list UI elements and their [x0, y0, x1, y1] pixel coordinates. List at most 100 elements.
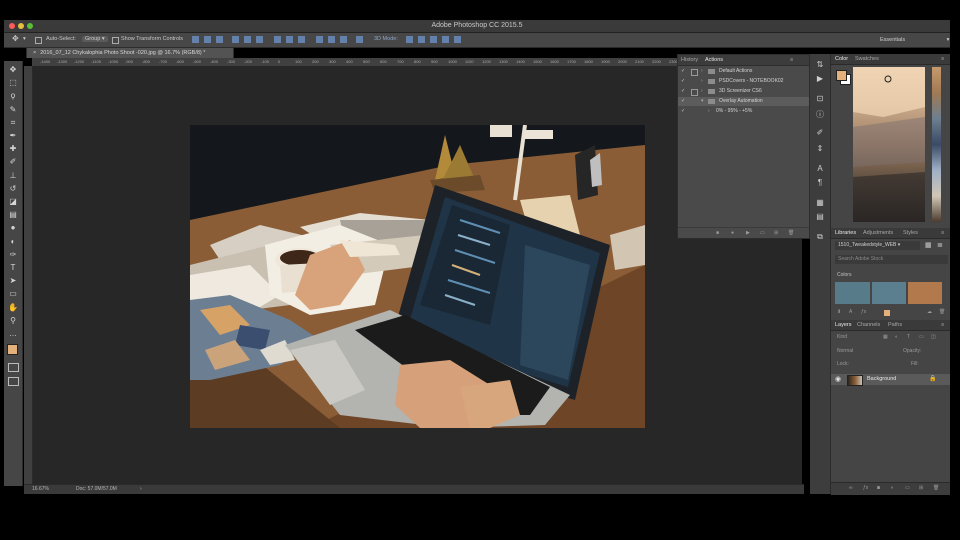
foreground-color-swatch[interactable] [7, 344, 18, 355]
blur-tool[interactable]: ● [8, 223, 18, 233]
layer-style-icon[interactable]: ƒx [861, 309, 866, 315]
3d-pan-icon[interactable] [430, 36, 437, 43]
history-brush-tool[interactable]: ↺ [8, 184, 18, 194]
document-tab[interactable]: × 2016_07_12 Chykalophia Photo Shoot -020… [26, 47, 234, 58]
action-row[interactable]: ✓ › Default Actions [678, 67, 809, 76]
layer-kind-filter[interactable]: Kind [837, 334, 847, 340]
filter-type-icon[interactable]: T [907, 334, 910, 340]
tab-adjustments[interactable]: Adjustments [863, 230, 893, 236]
tab-paths[interactable]: Paths [888, 322, 902, 328]
align-vertical-centers-icon[interactable] [204, 36, 211, 43]
panel-menu-icon[interactable]: ≡ [790, 57, 793, 63]
distribute-right-icon[interactable] [340, 36, 347, 43]
action-toggle-check-icon[interactable]: ✓ [681, 87, 685, 96]
action-toggle-check-icon[interactable]: ✓ [681, 97, 685, 106]
document-image[interactable] [190, 125, 645, 428]
filter-shape-icon[interactable]: ▭ [919, 334, 924, 340]
auto-select-checkbox[interactable] [35, 37, 42, 44]
new-set-icon[interactable]: ▭ [760, 230, 765, 236]
shape-tool[interactable]: ▭ [8, 289, 18, 299]
stamp-tool[interactable]: ⊥ [8, 171, 18, 181]
chevron-right-icon[interactable]: › [701, 87, 703, 96]
align-bottom-edges-icon[interactable] [216, 36, 223, 43]
library-color-1[interactable] [835, 282, 870, 304]
stock-search-input[interactable]: Search Adobe Stock [835, 255, 948, 264]
grid-view-icon[interactable]: ▦ [925, 241, 932, 249]
distribute-hcenter-icon[interactable] [328, 36, 335, 43]
path-select-tool[interactable]: ➤ [8, 276, 18, 286]
new-action-icon[interactable]: ⊞ [774, 230, 778, 236]
color-field[interactable] [853, 67, 925, 222]
dialog-toggle-icon[interactable] [691, 89, 698, 96]
delete-layer-icon[interactable]: 🗑 [933, 485, 939, 491]
move-tool-preset-icon[interactable]: ✥ [12, 34, 19, 43]
action-toggle-check-icon[interactable]: ✓ [681, 77, 685, 86]
play-icon[interactable]: ▶ [815, 74, 825, 84]
list-view-icon[interactable]: ≣ [937, 241, 943, 249]
distribute-left-icon[interactable] [316, 36, 323, 43]
tab-actions[interactable]: Actions [705, 57, 723, 63]
adjustments-icon[interactable]: ⊡ [815, 94, 825, 104]
gradient-tool[interactable]: ▤ [8, 210, 18, 220]
fg-bg-colors[interactable] [836, 70, 851, 85]
character-style-icon[interactable]: A [849, 309, 852, 315]
align-right-edges-icon[interactable] [256, 36, 263, 43]
chevron-right-icon[interactable]: › [701, 67, 703, 76]
layer-row-background[interactable]: ◉ Background 🔒 [831, 374, 950, 386]
lasso-tool[interactable]: ϙ [8, 91, 18, 101]
chevron-right-icon[interactable]: › [701, 77, 703, 86]
blend-mode-dropdown[interactable]: Normal [837, 348, 853, 354]
action-row[interactable]: ✓ › 3D Screenizer CS6 [678, 87, 809, 96]
add-mask-icon[interactable]: ◙ [877, 485, 880, 491]
paragraph-icon[interactable]: ¶ [815, 178, 825, 188]
tab-history[interactable]: History [681, 57, 698, 63]
layers-menu-icon[interactable]: ≡ [941, 322, 944, 328]
link-layers-icon[interactable]: ∞ [849, 485, 853, 491]
hand-tool[interactable]: ✋ [8, 303, 18, 313]
cloud-sync-icon[interactable]: ☁ [927, 309, 932, 315]
hue-slider[interactable] [932, 67, 941, 222]
align-top-edges-icon[interactable] [192, 36, 199, 43]
filter-pixel-icon[interactable]: ▦ [883, 334, 888, 340]
brush-settings-icon[interactable]: ✐ [815, 128, 825, 138]
move-tool-preset-dropdown-icon[interactable]: ▾ [23, 36, 26, 42]
libraries-menu-icon[interactable]: ≡ [941, 230, 944, 236]
type-tool[interactable]: T [8, 263, 18, 273]
new-layer-icon[interactable]: ⊞ [919, 485, 923, 491]
color-foreground-swatch[interactable] [836, 70, 847, 81]
3d-orbit-icon[interactable] [406, 36, 413, 43]
marquee-tool[interactable]: ⬚ [8, 78, 18, 88]
add-layer-style-icon[interactable]: ƒx [863, 485, 868, 491]
distribute-top-icon[interactable] [274, 36, 281, 43]
filter-smart-icon[interactable]: ◫ [931, 334, 936, 340]
stop-recording-icon[interactable]: ■ [716, 230, 719, 236]
show-transform-checkbox[interactable] [112, 37, 119, 44]
play-selection-icon[interactable]: ▶ [746, 230, 750, 236]
layer-visibility-eye-icon[interactable]: ◉ [835, 375, 841, 383]
doc-size-info[interactable]: Doc: 57.0M/57.0M [76, 486, 117, 492]
layer-name[interactable]: Background [867, 376, 896, 382]
record-icon[interactable]: ● [731, 230, 734, 236]
notes-icon[interactable]: ▤ [815, 212, 825, 222]
new-group-icon[interactable]: ▭ [905, 485, 910, 491]
add-fg-color-icon[interactable] [884, 310, 890, 316]
crop-tool[interactable]: ⌗ [8, 118, 18, 128]
action-row[interactable]: ✓ › PSDCovers - NOTEBOOK02 [678, 77, 809, 86]
distribute-vcenter-icon[interactable] [286, 36, 293, 43]
align-left-edges-icon[interactable] [232, 36, 239, 43]
tab-libraries[interactable]: Libraries [835, 230, 856, 236]
timeline-icon[interactable]: ⧉ [815, 232, 825, 242]
histogram-icon[interactable]: ⇅ [815, 60, 825, 70]
color-panel-menu-icon[interactable]: ≡ [941, 56, 944, 62]
delete-icon[interactable]: 🗑 [788, 230, 794, 236]
dodge-tool[interactable]: ◐ [8, 237, 18, 247]
library-color-2[interactable] [872, 282, 906, 304]
zoom-tool[interactable]: ⚲ [8, 316, 18, 326]
clone-source-icon[interactable]: ⇕ [815, 144, 825, 154]
properties-icon[interactable]: ▦ [815, 198, 825, 208]
3d-scale-icon[interactable] [454, 36, 461, 43]
library-color-3[interactable] [908, 282, 942, 304]
tab-color[interactable]: Color [835, 56, 848, 62]
chevron-down-icon[interactable]: ▾ [701, 97, 704, 106]
quick-select-tool[interactable]: ✎ [8, 105, 18, 115]
